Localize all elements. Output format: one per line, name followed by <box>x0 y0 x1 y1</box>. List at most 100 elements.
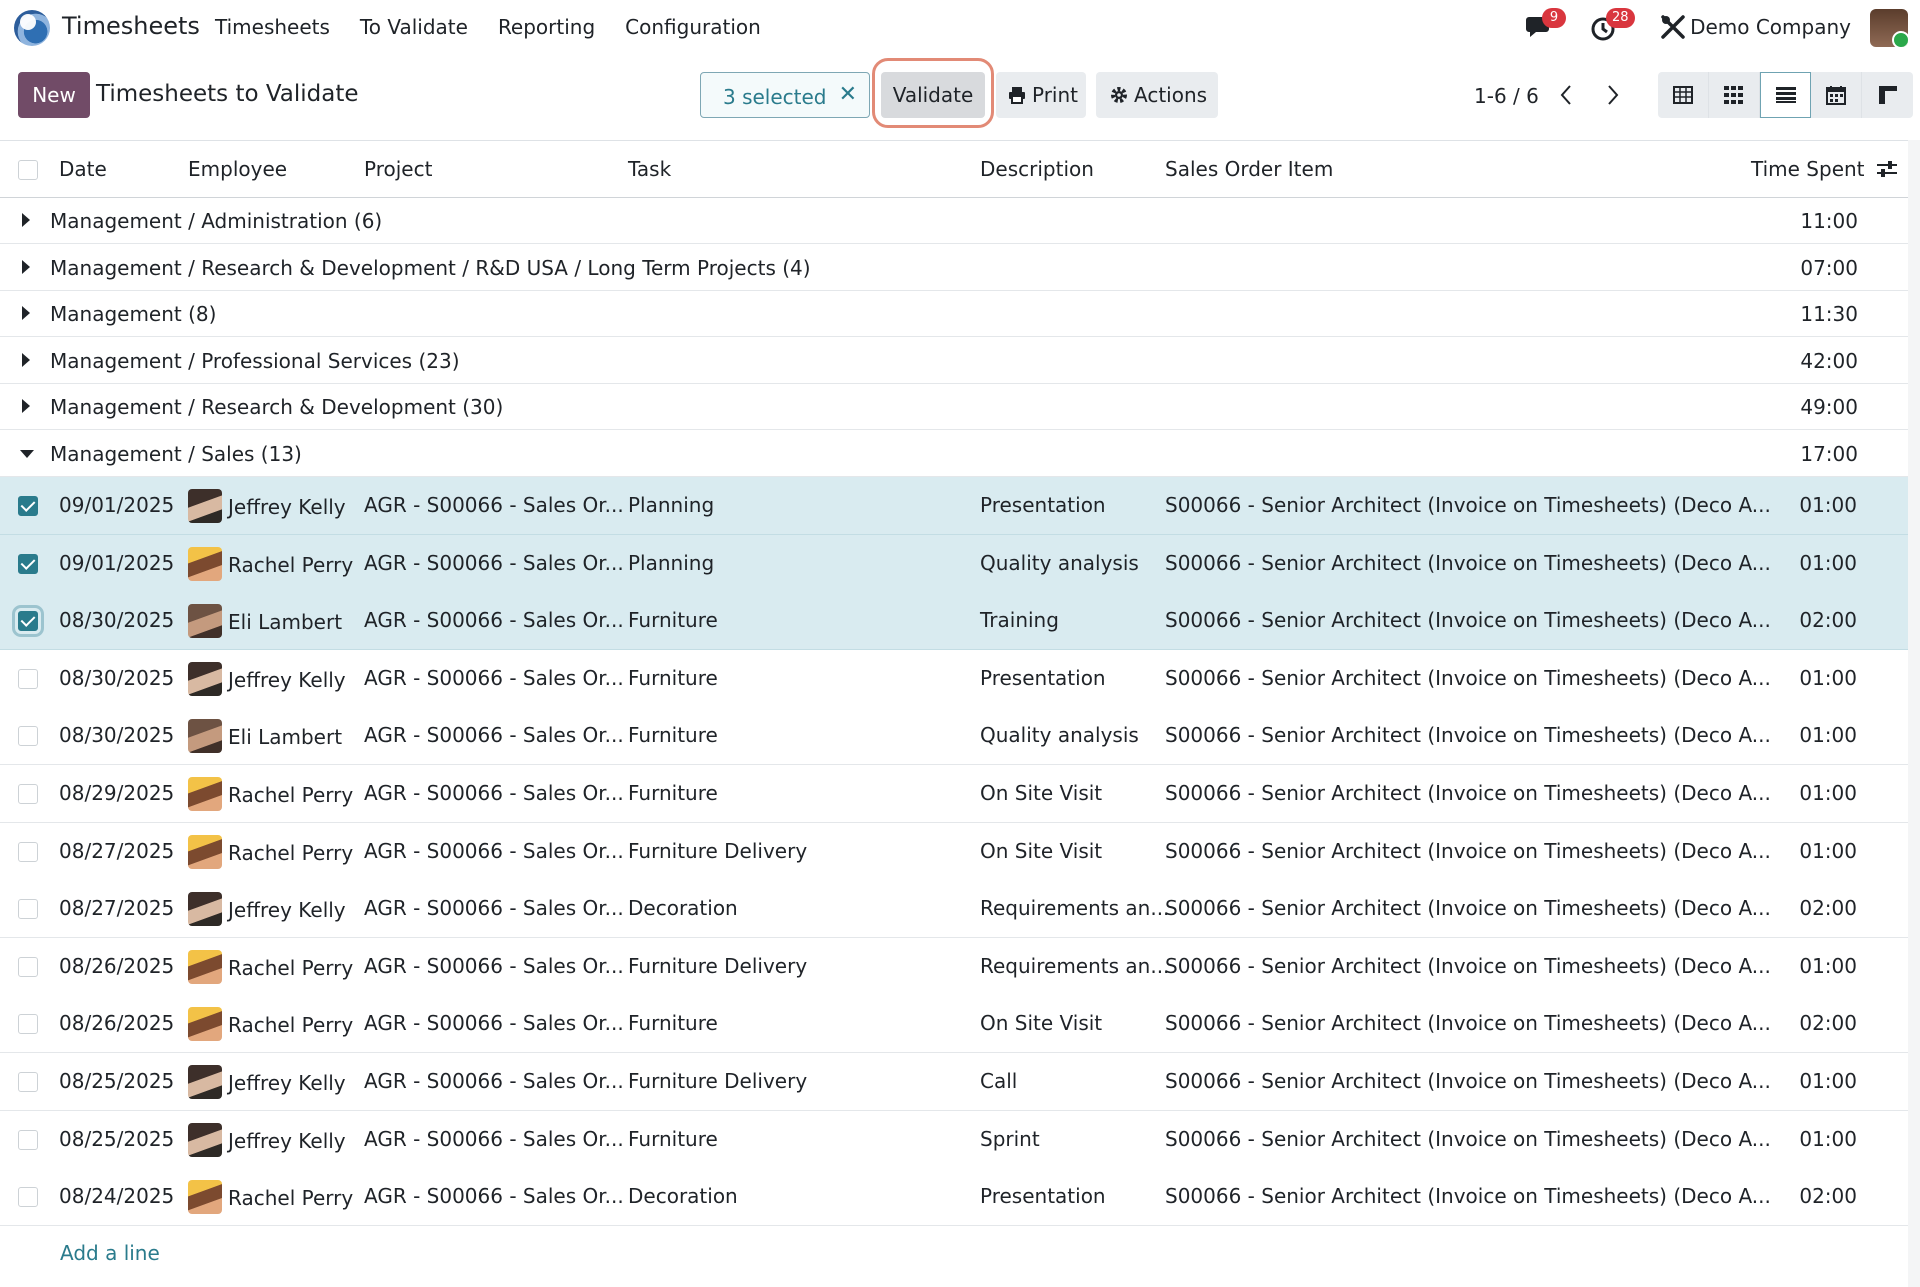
column-settings-icon[interactable] <box>1876 159 1898 184</box>
cell-time-spent[interactable]: 01:00 <box>1799 954 1857 978</box>
cell-employee[interactable]: Rachel Perry <box>228 956 353 980</box>
cell-task[interactable]: Furniture <box>628 666 718 690</box>
cell-date[interactable]: 08/26/2025 <box>59 954 174 978</box>
caret-right-icon[interactable] <box>22 259 30 274</box>
cell-description[interactable]: Quality analysis <box>980 551 1139 575</box>
cell-sales-order-item[interactable]: S00066 - Senior Architect (Invoice on Ti… <box>1165 781 1771 805</box>
cell-project[interactable]: AGR - S00066 - Sales Or... <box>364 1011 624 1035</box>
cell-date[interactable]: 08/25/2025 <box>59 1127 174 1151</box>
cell-description[interactable]: On Site Visit <box>980 781 1102 805</box>
cell-date[interactable]: 08/27/2025 <box>59 839 174 863</box>
cell-time-spent[interactable]: 02:00 <box>1799 1011 1857 1035</box>
cell-time-spent[interactable]: 01:00 <box>1799 781 1857 805</box>
cell-sales-order-item[interactable]: S00066 - Senior Architect (Invoice on Ti… <box>1165 954 1771 978</box>
cell-task[interactable]: Furniture Delivery <box>628 954 807 978</box>
cell-description[interactable]: Sprint <box>980 1127 1040 1151</box>
cell-project[interactable]: AGR - S00066 - Sales Or... <box>364 551 624 575</box>
select-all-checkbox[interactable] <box>18 160 38 180</box>
cell-project[interactable]: AGR - S00066 - Sales Or... <box>364 896 624 920</box>
row-checkbox[interactable] <box>18 553 38 574</box>
cell-task[interactable]: Decoration <box>628 1184 738 1208</box>
cell-employee[interactable]: Rachel Perry <box>228 841 353 865</box>
cell-task[interactable]: Decoration <box>628 896 738 920</box>
cell-time-spent[interactable]: 01:00 <box>1799 666 1857 690</box>
row-checkbox[interactable] <box>18 1072 38 1092</box>
table-row[interactable]: 08/25/2025 Jeffrey Kelly AGR - S00066 - Sa… <box>0 1110 1908 1169</box>
cell-description[interactable]: Presentation <box>980 1184 1106 1208</box>
group-row[interactable]: Management / Research & Development (30)… <box>0 384 1908 430</box>
cell-task[interactable]: Furniture <box>628 608 718 632</box>
row-checkbox[interactable] <box>18 496 38 516</box>
cell-sales-order-item[interactable]: S00066 - Senior Architect (Invoice on Ti… <box>1165 1127 1771 1151</box>
selected-count[interactable]: 3 selected <box>723 85 827 109</box>
caret-right-icon[interactable] <box>22 352 30 367</box>
header-date[interactable]: Date <box>59 157 107 181</box>
clock-icon[interactable]: 28 <box>1590 8 1635 42</box>
row-checkbox[interactable] <box>18 899 38 920</box>
cell-project[interactable]: AGR - S00066 - Sales Or... <box>364 608 624 632</box>
odoo-logo-icon[interactable] <box>14 10 50 46</box>
cell-description[interactable]: On Site Visit <box>980 1011 1102 1035</box>
cell-task[interactable]: Furniture Delivery <box>628 839 807 863</box>
cell-date[interactable]: 09/01/2025 <box>59 493 174 517</box>
cell-description[interactable]: Requirements an... <box>980 896 1169 920</box>
cell-sales-order-item[interactable]: S00066 - Senior Architect (Invoice on Ti… <box>1165 493 1771 517</box>
header-time-spent[interactable]: Time Spent <box>1751 157 1865 181</box>
cell-task[interactable]: Planning <box>628 493 714 517</box>
table-row[interactable]: 09/01/2025 Rachel Perry AGR - S00066 - Sal… <box>0 534 1908 593</box>
row-checkbox[interactable] <box>12 605 44 638</box>
row-checkbox[interactable] <box>18 1014 38 1035</box>
cell-time-spent[interactable]: 02:00 <box>1799 896 1857 920</box>
cell-time-spent[interactable]: 01:00 <box>1799 1069 1857 1093</box>
table-row[interactable]: 08/25/2025 Jeffrey Kelly AGR - S00066 - Sa… <box>0 1053 1908 1111</box>
cell-employee[interactable]: Rachel Perry <box>228 783 353 807</box>
cell-project[interactable]: AGR - S00066 - Sales Or... <box>364 839 624 863</box>
caret-right-icon[interactable] <box>22 306 30 320</box>
cell-employee[interactable]: Rachel Perry <box>228 1186 353 1210</box>
cell-description[interactable]: Presentation <box>980 666 1106 690</box>
cell-project[interactable]: AGR - S00066 - Sales Or... <box>364 1127 624 1151</box>
group-row[interactable]: Management / Administration (6) 11:00 <box>0 198 1908 244</box>
group-row[interactable]: Management / Professional Services (23) 4… <box>0 338 1908 384</box>
row-checkbox[interactable] <box>18 1129 38 1150</box>
header-project[interactable]: Project <box>364 157 432 181</box>
cell-project[interactable]: AGR - S00066 - Sales Or... <box>364 1069 624 1093</box>
row-checkbox[interactable] <box>18 784 38 804</box>
cell-project[interactable]: AGR - S00066 - Sales Or... <box>364 781 624 805</box>
cell-description[interactable]: Presentation <box>980 493 1106 517</box>
cell-time-spent[interactable]: 01:00 <box>1799 839 1857 863</box>
cell-project[interactable]: AGR - S00066 - Sales Or... <box>364 954 624 978</box>
chat-icon[interactable]: 9 <box>1526 8 1566 42</box>
cell-task[interactable]: Furniture <box>628 723 718 747</box>
cell-date[interactable]: 09/01/2025 <box>59 551 174 575</box>
cell-sales-order-item[interactable]: S00066 - Senior Architect (Invoice on Ti… <box>1165 551 1771 575</box>
actions-button[interactable]: Actions <box>1096 72 1218 118</box>
group-row[interactable]: Management (8) 11:30 <box>0 291 1908 337</box>
cell-description[interactable]: Training <box>980 608 1059 632</box>
cell-date[interactable]: 08/25/2025 <box>59 1069 174 1093</box>
cell-date[interactable]: 08/29/2025 <box>59 781 174 805</box>
cell-date[interactable]: 08/30/2025 <box>59 608 174 632</box>
caret-right-icon[interactable] <box>22 213 30 227</box>
cell-sales-order-item[interactable]: S00066 - Senior Architect (Invoice on Ti… <box>1165 608 1771 632</box>
cell-date[interactable]: 08/30/2025 <box>59 666 174 690</box>
cell-time-spent[interactable]: 02:00 <box>1799 608 1857 632</box>
cell-task[interactable]: Furniture <box>628 1127 718 1151</box>
cell-date[interactable]: 08/30/2025 <box>59 723 174 747</box>
cell-project[interactable]: AGR - S00066 - Sales Or... <box>364 493 624 517</box>
cell-description[interactable]: Quality analysis <box>980 723 1139 747</box>
cell-sales-order-item[interactable]: S00066 - Senior Architect (Invoice on Ti… <box>1165 666 1771 690</box>
menu-configuration[interactable]: Configuration <box>625 15 761 39</box>
table-row[interactable]: 09/01/2025 Jeffrey Kelly AGR - S00066 - Sa… <box>0 477 1908 535</box>
cell-description[interactable]: On Site Visit <box>980 839 1102 863</box>
kanban-view-icon[interactable] <box>1709 72 1760 118</box>
cell-employee[interactable]: Eli Lambert <box>228 725 342 749</box>
cell-description[interactable]: Requirements an... <box>980 954 1169 978</box>
print-button[interactable]: Print <box>996 72 1086 118</box>
row-checkbox[interactable] <box>18 841 38 862</box>
chevron-right-icon[interactable] <box>1600 82 1624 108</box>
cell-employee[interactable]: Jeffrey Kelly <box>228 1071 346 1095</box>
user-avatar[interactable] <box>1870 9 1908 47</box>
cell-project[interactable]: AGR - S00066 - Sales Or... <box>364 723 624 747</box>
cell-task[interactable]: Planning <box>628 551 714 575</box>
